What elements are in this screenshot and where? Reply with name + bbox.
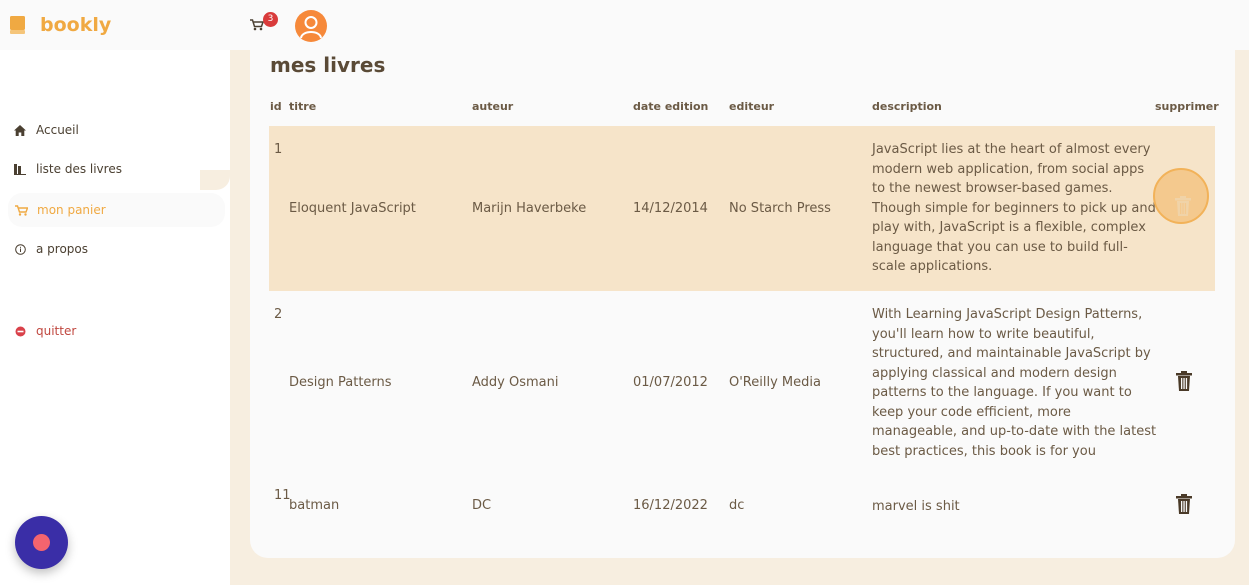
trash-icon <box>1175 196 1191 216</box>
top-bar: bookly 3 <box>0 0 1249 50</box>
cell-date: 16/12/2022 <box>633 498 708 513</box>
cart-icon <box>250 16 265 35</box>
cell-auteur: DC <box>472 498 492 513</box>
cell-auteur: Marijn Haverbeke <box>472 201 587 216</box>
sidebar-item-quitter[interactable]: quitter <box>0 314 230 348</box>
column-header-description: description <box>872 100 942 113</box>
column-header-titre: titre <box>289 100 317 113</box>
cart-icon <box>13 204 29 216</box>
column-header-auteur: auteur <box>472 100 514 113</box>
sidebar-item-mon-panier[interactable]: mon panier <box>8 193 225 227</box>
delete-button[interactable] <box>1175 371 1193 395</box>
sidebar-item-label: quitter <box>36 324 77 338</box>
book-icon <box>10 16 25 34</box>
cell-titre: Design Patterns <box>289 375 392 390</box>
cell-titre: batman <box>289 498 340 513</box>
exit-icon <box>12 326 28 337</box>
cell-description: marvel is shit <box>872 499 960 514</box>
trash-icon <box>1176 494 1192 514</box>
cell-date: 01/07/2012 <box>633 375 708 390</box>
column-header-id: id <box>270 100 282 113</box>
info-icon <box>12 243 28 255</box>
delete-button[interactable] <box>1174 196 1192 220</box>
sidebar-item-a-propos[interactable]: a propos <box>0 232 230 266</box>
avatar[interactable] <box>295 10 327 42</box>
sidebar-item-label: mon panier <box>37 203 106 217</box>
cell-editeur: O'Reilly Media <box>729 375 821 390</box>
column-header-editeur: editeur <box>729 100 775 113</box>
table-row: 11 batman DC 16/12/2022 dc marvel is shi… <box>269 466 1215 526</box>
page-title: mes livres <box>270 53 386 77</box>
column-header-supprimer: supprimer <box>1155 100 1219 113</box>
cell-description: With Learning JavaScript Design Patterns… <box>872 307 1157 459</box>
sidebar-item-label: Accueil <box>36 123 79 137</box>
cell-id: 1 <box>274 142 283 157</box>
sidebar-item-liste-des-livres[interactable]: liste des livres <box>0 152 230 186</box>
cell-date: 14/12/2014 <box>633 201 708 216</box>
sidebar-curve <box>200 170 230 190</box>
table-row: 2 Design Patterns Addy Osmani 01/07/2012… <box>269 291 1215 466</box>
record-dot-icon <box>33 534 50 551</box>
cell-titre: Eloquent JavaScript <box>289 201 416 216</box>
cell-auteur: Addy Osmani <box>472 375 559 390</box>
cell-editeur: dc <box>729 498 745 513</box>
sidebar-item-accueil[interactable]: Accueil <box>0 113 230 147</box>
books-panel: mes livres id titre auteur date edition … <box>250 30 1235 558</box>
cell-editeur: No Starch Press <box>729 201 831 216</box>
books-icon <box>12 163 28 175</box>
brand[interactable]: bookly <box>10 14 111 36</box>
brand-name: bookly <box>40 14 112 36</box>
floating-action-button[interactable] <box>15 516 68 569</box>
sidebar: Accueil liste des livres mon panier a pr… <box>0 0 230 585</box>
sidebar-item-label: a propos <box>36 242 89 256</box>
cart-count-badge: 3 <box>263 12 278 27</box>
sidebar-item-label: liste des livres <box>36 162 122 176</box>
cell-id: 2 <box>274 307 283 322</box>
column-header-date-edition: date edition <box>633 100 709 113</box>
delete-button[interactable] <box>1175 494 1193 518</box>
user-icon <box>300 16 322 39</box>
table-row: 1 Eloquent JavaScript Marijn Haverbeke 1… <box>269 126 1215 291</box>
trash-icon <box>1176 371 1192 391</box>
cell-description: JavaScript lies at the heart of almost e… <box>872 142 1156 274</box>
home-icon <box>12 124 28 136</box>
header-cart[interactable]: 3 <box>250 12 278 35</box>
